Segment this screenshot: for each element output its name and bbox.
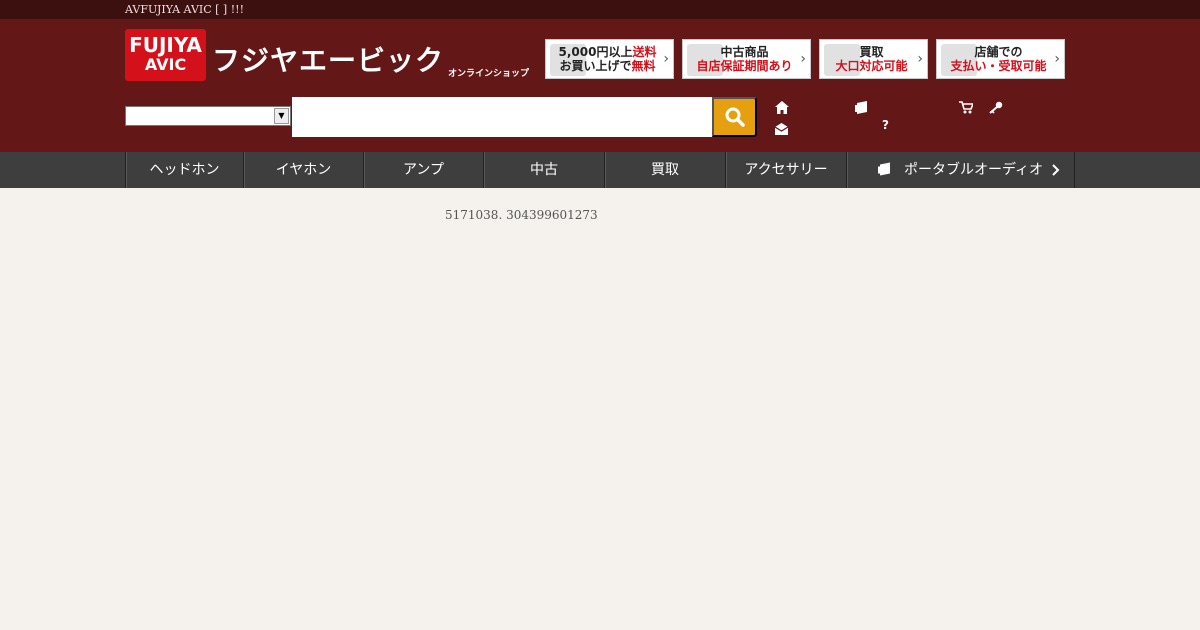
nav-item-label: アンプ bbox=[402, 162, 445, 178]
nav-item-label: ポータブルオーディオ bbox=[903, 162, 1044, 178]
home-icon bbox=[775, 101, 789, 114]
site-header: FUJIYA AVIC フジヤエービック オンラインショップ 5,000円以上送… bbox=[0, 19, 1200, 152]
banner-text: 5,000円以上 bbox=[558, 45, 633, 59]
key-icon bbox=[989, 101, 1003, 114]
banner-used-warranty[interactable]: 中古商品 自店保証期間あり › bbox=[682, 39, 811, 79]
banner-highlight: 自店保証期間あり bbox=[696, 59, 793, 73]
mail-icon bbox=[774, 123, 789, 135]
logo-mark: FUJIYA AVIC bbox=[125, 29, 206, 81]
nav-item-label: 買取 bbox=[651, 162, 679, 178]
banner-highlight: 無料 bbox=[631, 59, 656, 73]
help-icon: ? bbox=[882, 118, 889, 132]
chevron-down-icon: ▼ bbox=[274, 108, 289, 124]
search-icon bbox=[725, 107, 745, 127]
nav-item-portable-audio[interactable]: ポータブルオーディオ bbox=[847, 152, 1075, 188]
store-link[interactable] bbox=[855, 99, 869, 118]
main-nav: ヘッドホン イヤホン アンプ 中古 買取 アクセサリー ポータブルオーディオ bbox=[0, 152, 1200, 188]
banner-text: 中古商品 bbox=[720, 45, 769, 59]
service-banners: 5,000円以上送料 お買い上げで無料 › 中古商品 自店保証期間あり › 買取… bbox=[545, 39, 1065, 79]
banner-text: お買い上げで bbox=[559, 59, 632, 73]
help-link[interactable]: ? bbox=[882, 118, 889, 132]
banner-highlight: 支払い・受取可能 bbox=[950, 59, 1047, 73]
cart-link[interactable] bbox=[959, 99, 975, 118]
logo-line-2: AVIC bbox=[144, 55, 187, 74]
nav-item-amps[interactable]: アンプ bbox=[364, 152, 484, 188]
contact-numbers: 5171038. 304399601273 bbox=[445, 208, 598, 222]
login-link[interactable] bbox=[989, 99, 1003, 118]
nav-item-label: 中古 bbox=[530, 162, 558, 178]
banner-text: 買取 bbox=[859, 45, 884, 59]
home-link[interactable] bbox=[775, 99, 789, 118]
contact-link[interactable] bbox=[774, 120, 789, 139]
banner-free-shipping[interactable]: 5,000円以上送料 お買い上げで無料 › bbox=[545, 39, 674, 79]
search-input[interactable] bbox=[292, 97, 712, 137]
chevron-right-icon: › bbox=[1054, 51, 1060, 67]
top-bar-text: AVFUJIYA AVIC [ ] !!! bbox=[125, 3, 244, 16]
nav-item-buyback[interactable]: 買取 bbox=[605, 152, 726, 188]
nav-item-earphones[interactable]: イヤホン bbox=[244, 152, 364, 188]
banner-store-payment[interactable]: 店舗での 支払い・受取可能 › bbox=[936, 39, 1065, 79]
nav-item-headphones[interactable]: ヘッドホン bbox=[126, 152, 244, 188]
site-logo[interactable]: FUJIYA AVIC フジヤエービック オンラインショップ bbox=[125, 29, 529, 81]
search-button[interactable] bbox=[712, 97, 757, 137]
category-select[interactable]: ▼ bbox=[125, 106, 291, 126]
chevron-right-icon: › bbox=[663, 51, 669, 67]
cart-icon bbox=[959, 101, 975, 114]
banner-highlight: 送料 bbox=[632, 45, 657, 59]
chevron-right-icon bbox=[1052, 164, 1060, 176]
nav-item-accessories[interactable]: アクセサリー bbox=[726, 152, 847, 188]
logo-subtitle: オンラインショップ bbox=[448, 69, 530, 79]
banner-buyback[interactable]: 買取 大口対応可能 › bbox=[819, 39, 928, 79]
banner-highlight: 大口対応可能 bbox=[835, 59, 908, 73]
logo-line-1: FUJIYA bbox=[129, 33, 202, 57]
top-bar: AVFUJIYA AVIC [ ] !!! bbox=[0, 0, 1200, 19]
store-icon bbox=[855, 101, 867, 114]
logo-name: フジヤエービック bbox=[212, 44, 445, 77]
nav-item-label: ヘッドホン bbox=[149, 162, 220, 178]
nav-item-used[interactable]: 中古 bbox=[484, 152, 605, 188]
nav-item-label: アクセサリー bbox=[744, 162, 828, 178]
banner-text: 店舗での bbox=[974, 45, 1023, 59]
main-content: 5171038. 304399601273 bbox=[0, 188, 1200, 630]
chevron-right-icon: › bbox=[917, 51, 923, 67]
store-icon bbox=[878, 162, 890, 176]
nav-item-label: イヤホン bbox=[275, 162, 332, 178]
chevron-right-icon: › bbox=[800, 51, 806, 67]
